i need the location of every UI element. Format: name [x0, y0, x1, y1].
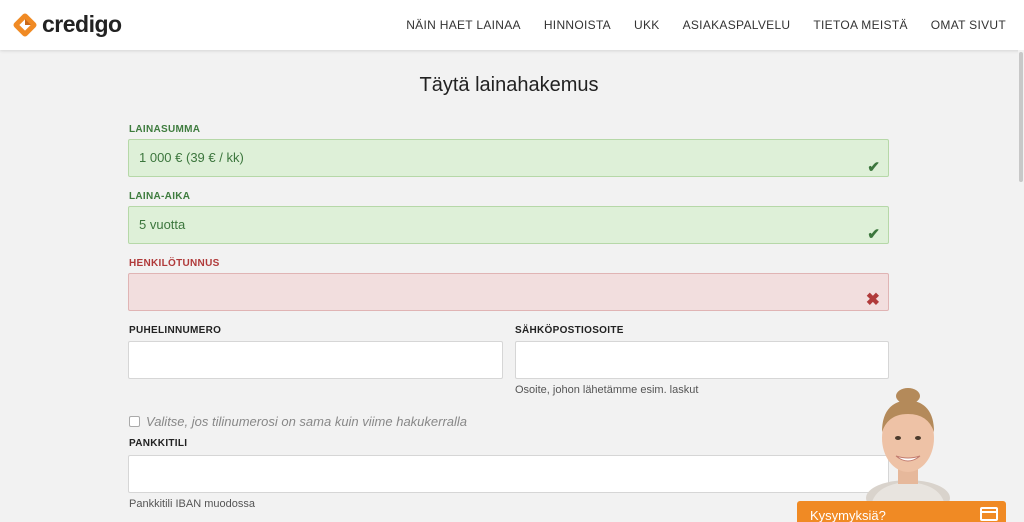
email-help-text: Osoite, johon lähetämme esim. laskut — [515, 384, 699, 396]
bank-account-input[interactable] — [128, 455, 889, 493]
nav-faq[interactable]: UKK — [634, 18, 660, 32]
same-account-checkbox[interactable] — [129, 416, 140, 427]
nav-my-pages[interactable]: OMAT SIVUT — [931, 18, 1006, 32]
loan-amount-label: LAINASUMMA — [129, 124, 201, 135]
logo-text: credigo — [42, 11, 122, 37]
nav-about-us[interactable]: TIETOA MEISTÄ — [813, 18, 907, 32]
nav-customer-service[interactable]: ASIAKASPALVELU — [683, 18, 791, 32]
support-agent-avatar[interactable] — [858, 388, 958, 502]
loan-term-select[interactable]: 5 vuotta ✔ — [128, 206, 889, 244]
phone-label: PUHELINNUMERO — [129, 325, 222, 336]
check-icon: ✔ — [867, 159, 880, 176]
check-icon: ✔ — [867, 226, 880, 243]
site-header: credigo NÄIN HAET LAINAA HINNOISTA UKK A… — [0, 0, 1024, 50]
loan-amount-select[interactable]: 1 000 € (39 € / kk) ✔ — [128, 139, 889, 177]
chat-label: Kysymyksiä? — [810, 508, 886, 522]
email-input[interactable] — [515, 341, 889, 379]
same-account-label[interactable]: Valitse, jos tilinumerosi on sama kuin v… — [146, 414, 467, 429]
page-title: Täytä lainahakemus — [419, 74, 599, 96]
nav-pricing[interactable]: HINNOISTA — [544, 18, 611, 32]
ssn-input[interactable]: ✖ — [128, 273, 889, 311]
nav-how-to-apply[interactable]: NÄIN HAET LAINAA — [406, 18, 521, 32]
ssn-label: HENKILÖTUNNUS — [129, 258, 220, 269]
logo[interactable]: credigo — [12, 11, 122, 38]
scrollbar-thumb[interactable] — [1019, 52, 1023, 182]
loan-amount-value: 1 000 € (39 € / kk) — [139, 150, 244, 165]
main-nav: NÄIN HAET LAINAA HINNOISTA UKK ASIAKASPA… — [383, 18, 1006, 32]
email-label: SÄHKÖPOSTIOSOITE — [515, 325, 624, 336]
chat-window-icon — [980, 507, 998, 521]
bank-account-label: PANKKITILI — [129, 438, 188, 449]
phone-input[interactable] — [128, 341, 503, 379]
error-x-icon: ✖ — [865, 290, 880, 309]
bank-account-help-text: Pankkitili IBAN muodossa — [129, 498, 255, 510]
credigo-logo-icon — [13, 13, 37, 36]
chat-button[interactable]: Kysymyksiä? — [797, 501, 1006, 522]
loan-term-value: 5 vuotta — [139, 217, 186, 232]
loan-term-label: LAINA-AIKA — [129, 191, 191, 202]
same-account-row[interactable]: Valitse, jos tilinumerosi on sama kuin v… — [129, 414, 467, 429]
